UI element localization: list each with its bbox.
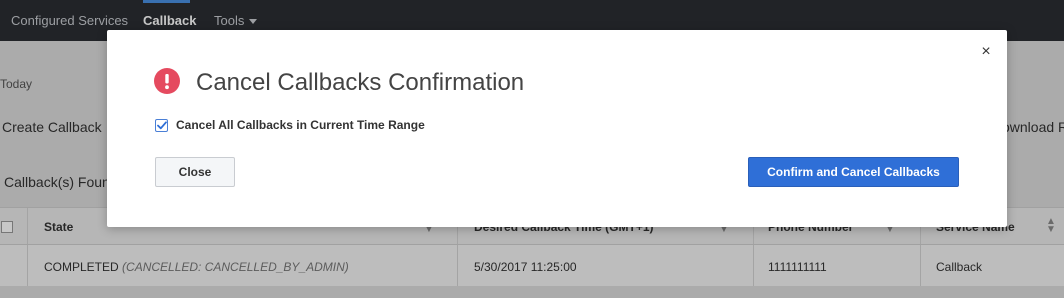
confirm-cancel-callbacks-button[interactable]: Confirm and Cancel Callbacks [748, 157, 959, 187]
close-icon[interactable]: × [979, 44, 993, 60]
alert-circle-icon [154, 68, 180, 94]
cancel-callbacks-dialog: × Cancel Callbacks Confirmation Cancel A… [107, 30, 1007, 227]
dialog-title: Cancel Callbacks Confirmation [196, 69, 525, 96]
close-button[interactable]: Close [155, 157, 235, 187]
cancel-all-label: Cancel All Callbacks in Current Time Ran… [176, 118, 425, 132]
cancel-all-option[interactable]: Cancel All Callbacks in Current Time Ran… [155, 118, 425, 132]
cancel-all-checkbox[interactable] [155, 118, 168, 132]
checkmark-icon [156, 120, 167, 129]
